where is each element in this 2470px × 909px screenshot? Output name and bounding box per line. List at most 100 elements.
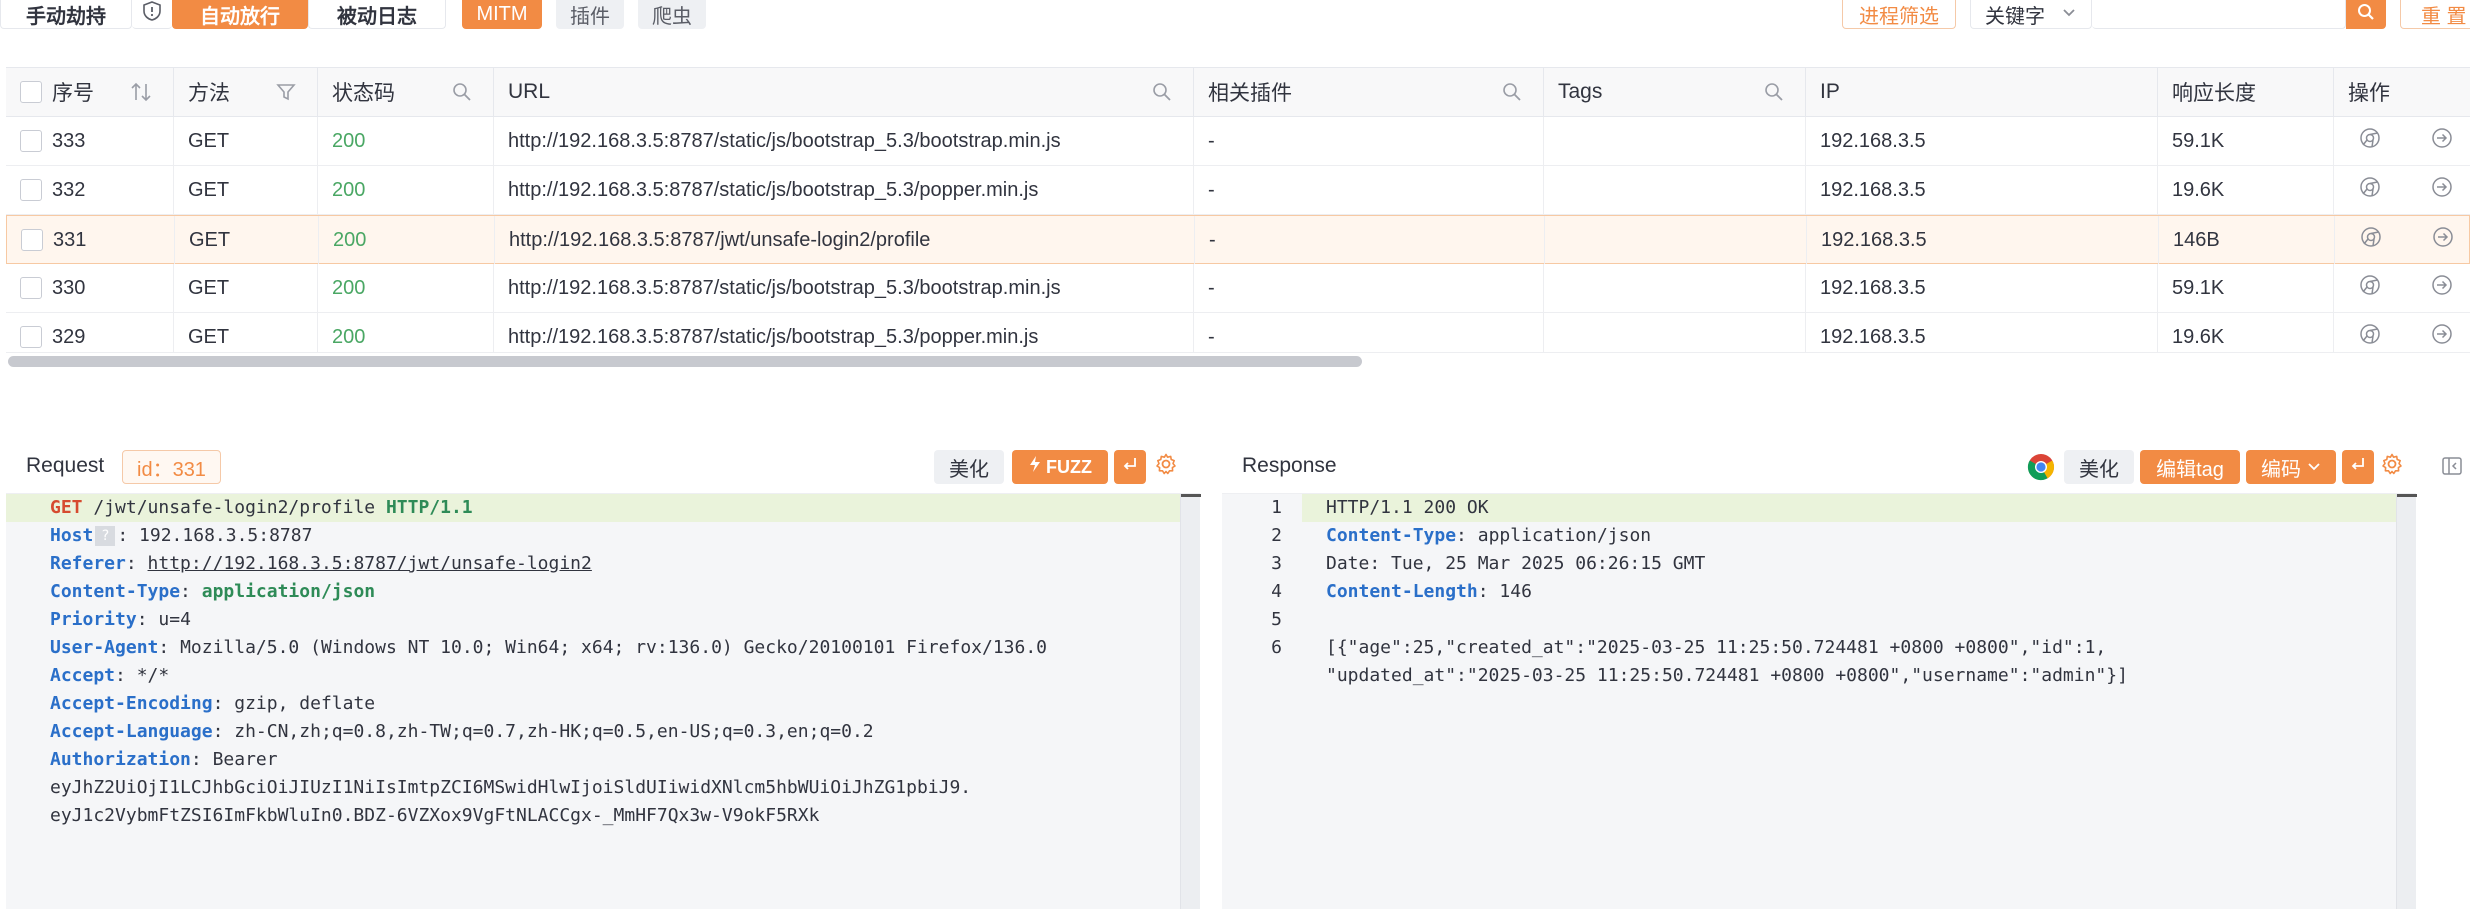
- line-number: 6: [1271, 637, 1282, 658]
- row-plugin: -: [1194, 313, 1544, 352]
- arrow-right-circle-icon[interactable]: [2431, 225, 2455, 255]
- table-row[interactable]: 333 GET 200 http://192.168.3.5:8787/stat…: [6, 117, 2470, 166]
- collapse-panel-icon[interactable]: [2440, 454, 2464, 484]
- traffic-table: 序号 方法 状态码 URL 相关插件 Tags IP 响应长度 操作 333 G…: [6, 67, 2470, 367]
- response-vertical-scrollbar[interactable]: [2396, 494, 2417, 909]
- settings-button[interactable]: [1152, 450, 1180, 484]
- keyword-select[interactable]: 关键字: [1970, 0, 2092, 29]
- row-checkbox[interactable]: [20, 277, 42, 299]
- auto-release-tab[interactable]: 自动放行: [172, 0, 308, 29]
- chrome-open-icon[interactable]: [2358, 273, 2382, 303]
- search-icon[interactable]: [1151, 81, 1173, 109]
- column-header-ip[interactable]: IP: [1806, 68, 2158, 116]
- chrome-open-icon[interactable]: [2358, 175, 2382, 205]
- horizontal-scrollbar[interactable]: [8, 356, 1362, 367]
- row-url: http://192.168.3.5:8787/static/js/bootst…: [494, 117, 1194, 165]
- top-toolbar: 手动劫持 自动放行 被动日志 MITM 插件 爬虫 进程筛选 关键字 重 置: [0, 0, 2470, 30]
- request-id-badge: id：331: [122, 450, 221, 484]
- row-checkbox[interactable]: [21, 229, 43, 251]
- row-tags: [1544, 264, 1806, 312]
- response-panel: Response 美化 编辑tag 编码 1 2 3 4 5 6 HTTP/1.…: [1222, 438, 2417, 909]
- process-filter-button[interactable]: 进程筛选: [1842, 0, 1956, 29]
- select-all-checkbox[interactable]: [20, 81, 42, 103]
- reset-button[interactable]: 重 置: [2400, 0, 2470, 29]
- row-checkbox[interactable]: [20, 179, 42, 201]
- fuzz-button[interactable]: FUZZ: [1012, 450, 1108, 484]
- row-status: 200: [318, 117, 494, 165]
- column-header-status[interactable]: 状态码: [318, 68, 494, 116]
- crawler-button[interactable]: 爬虫: [638, 0, 706, 29]
- search-icon[interactable]: [1501, 81, 1523, 109]
- wrap-line-button[interactable]: [2342, 450, 2374, 484]
- edit-tag-button[interactable]: 编辑tag: [2140, 450, 2240, 484]
- row-length: 59.1K: [2158, 117, 2334, 165]
- response-editor[interactable]: 1 2 3 4 5 6 HTTP/1.1 200 OK Content-Type…: [1222, 494, 2416, 909]
- row-checkbox[interactable]: [20, 326, 42, 348]
- line-number: 1: [1271, 497, 1282, 518]
- chrome-icon[interactable]: [2024, 450, 2058, 484]
- filter-icon[interactable]: [275, 81, 297, 109]
- row-plugin: -: [1194, 264, 1544, 312]
- token-line: eyJ1c2VybmFtZSI6ImFkbWluIn0.BDZ-6VZXox9V…: [50, 805, 820, 826]
- wrap-line-button[interactable]: [1114, 450, 1146, 484]
- table-row[interactable]: 332 GET 200 http://192.168.3.5:8787/stat…: [6, 166, 2470, 215]
- column-header-plugins[interactable]: 相关插件: [1194, 68, 1544, 116]
- mitm-button[interactable]: MITM: [462, 0, 542, 29]
- table-row[interactable]: 330 GET 200 http://192.168.3.5:8787/stat…: [6, 264, 2470, 313]
- column-header-method[interactable]: 方法: [174, 68, 318, 116]
- column-header-url[interactable]: URL: [494, 68, 1194, 116]
- header-line: Accept-Encoding: gzip, deflate: [50, 693, 376, 714]
- beautify-button[interactable]: 美化: [934, 450, 1004, 484]
- response-panel-header: Response 美化 编辑tag 编码: [1222, 438, 2416, 494]
- token-line: eyJhZ2UiOjI1LCJhbGciOiJIUzI1NiIsImtpZCI6…: [50, 777, 972, 798]
- beautify-button[interactable]: 美化: [2064, 450, 2134, 484]
- settings-button[interactable]: [2378, 450, 2406, 484]
- row-url: http://192.168.3.5:8787/jwt/unsafe-login…: [495, 216, 1195, 264]
- table-row-selected[interactable]: 331 GET 200 http://192.168.3.5:8787/jwt/…: [6, 215, 2470, 264]
- request-editor[interactable]: GET /jwt/unsafe-login2/profile HTTP/1.1 …: [6, 494, 1200, 909]
- sort-icon[interactable]: [129, 81, 153, 109]
- column-label: Tags: [1558, 80, 1603, 103]
- body-line: "updated_at":"2025-03-25 11:25:50.724481…: [1326, 665, 2128, 686]
- row-ip: 192.168.3.5: [1806, 117, 2158, 165]
- arrow-right-circle-icon[interactable]: [2430, 126, 2454, 156]
- request-title: Request: [26, 454, 105, 477]
- chrome-open-icon[interactable]: [2358, 126, 2382, 156]
- passive-log-tab[interactable]: 被动日志: [308, 0, 446, 29]
- search-icon[interactable]: [451, 81, 473, 109]
- row-length: 59.1K: [2158, 264, 2334, 312]
- table-header: 序号 方法 状态码 URL 相关插件 Tags IP 响应长度 操作: [6, 68, 2470, 117]
- search-button[interactable]: [2346, 0, 2386, 29]
- row-length: 19.6K: [2158, 313, 2334, 352]
- header-line: User-Agent: Mozilla/5.0 (Windows NT 10.0…: [50, 637, 1048, 658]
- search-input[interactable]: [2092, 0, 2346, 29]
- arrow-right-circle-icon[interactable]: [2430, 273, 2454, 303]
- plugin-button[interactable]: 插件: [556, 0, 624, 29]
- chrome-open-icon[interactable]: [2359, 225, 2383, 255]
- chevron-down-icon: [2061, 3, 2077, 26]
- column-header-length[interactable]: 响应长度: [2158, 68, 2334, 116]
- row-method: GET: [174, 117, 318, 165]
- arrow-right-circle-icon[interactable]: [2430, 322, 2454, 352]
- column-header-tags[interactable]: Tags: [1544, 68, 1806, 116]
- column-header-id[interactable]: 序号: [6, 68, 174, 116]
- line-number: 4: [1271, 581, 1282, 602]
- table-row[interactable]: 329 GET 200 http://192.168.3.5:8787/stat…: [6, 313, 2470, 353]
- info-button[interactable]: [132, 0, 172, 29]
- request-vertical-scrollbar[interactable]: [1180, 494, 1201, 909]
- chrome-open-icon[interactable]: [2358, 322, 2382, 352]
- column-label: IP: [1820, 80, 1840, 103]
- search-icon[interactable]: [1763, 81, 1785, 109]
- column-label: 序号: [52, 82, 94, 105]
- column-header-actions: 操作: [2334, 68, 2470, 116]
- info-shield-icon: [141, 0, 163, 28]
- row-checkbox[interactable]: [20, 130, 42, 152]
- enter-arrow-icon: [2349, 455, 2367, 479]
- encode-dropdown[interactable]: 编码: [2246, 450, 2336, 484]
- row-tags: [1544, 313, 1806, 352]
- manual-hijack-tab[interactable]: 手动劫持: [0, 0, 132, 29]
- header-line: Priority: u=4: [50, 609, 191, 630]
- arrow-right-circle-icon[interactable]: [2430, 175, 2454, 205]
- request-line: GET /jwt/unsafe-login2/profile HTTP/1.1: [50, 497, 473, 518]
- row-tags: [1545, 216, 1807, 264]
